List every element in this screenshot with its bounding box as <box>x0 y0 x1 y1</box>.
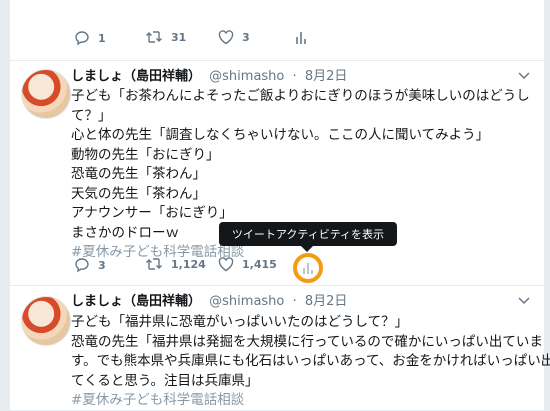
retweet-action[interactable]: 31 <box>145 30 186 44</box>
hashtag-link[interactable]: #夏休み子ども科学電話相談 <box>71 391 530 411</box>
avatar[interactable] <box>21 69 71 119</box>
separator: · <box>292 69 297 84</box>
timestamp[interactable]: 8月2日 <box>305 294 348 309</box>
like-count: 3 <box>242 31 250 44</box>
tweet-line: て？」 <box>71 107 112 124</box>
retweet-count: 1,124 <box>171 257 206 271</box>
timeline: 1 31 3 しましょ（島田祥輔） @shimasho · 8月2日 子ども「お… <box>10 0 550 411</box>
tweet-line: てくると思う。注目は兵庫県」 <box>71 372 259 389</box>
tweet-header: しましょ（島田祥輔） @shimasho · 8月2日 <box>71 293 514 311</box>
heart-icon <box>218 30 234 45</box>
tweet-actions: 3 1,124 1,415 <box>10 257 544 279</box>
separator: · <box>292 294 297 309</box>
reply-icon <box>75 258 89 273</box>
chevron-down-icon[interactable] <box>518 72 530 80</box>
handle[interactable]: @shimasho <box>209 69 284 84</box>
tweet-line: 動物の先生「おにぎり」 <box>71 146 220 163</box>
analytics-action[interactable] <box>295 30 307 45</box>
display-name[interactable]: しましょ（島田祥輔） <box>71 294 201 309</box>
reply-icon <box>75 31 89 46</box>
previous-tweet-actions: 1 31 3 <box>10 30 544 52</box>
retweet-icon <box>146 258 162 270</box>
tweet-line: アナウンサー「おにぎり」 <box>71 205 233 221</box>
analytics-icon <box>296 32 306 44</box>
tweet-header: しましょ（島田祥輔） @shimasho · 8月2日 <box>71 68 514 86</box>
reply-action[interactable]: 1 <box>74 30 106 46</box>
like-count: 1,415 <box>242 258 277 271</box>
tweet-line: 子ども「お茶わんによそったご飯よりおにぎりのほうが美味しいのはどうし <box>71 88 530 104</box>
tweet-line: 天気の先生「茶わん」 <box>71 185 206 202</box>
tweet-line: 心と体の先生「調査しなくちゃいけない。ここの人に聞いてみよう」 <box>71 127 490 143</box>
analytics-button-highlighted[interactable] <box>293 253 323 283</box>
tweet-line: 子ども「福井県に恐竜がいっぱいいたのはどうして？」 <box>71 314 409 330</box>
avatar[interactable] <box>21 296 71 346</box>
analytics-icon <box>303 263 313 274</box>
tweet-line: 恐竜の先生「福井県は発掘を大規模に行っているので確かにいっぱい出ていま <box>71 333 543 350</box>
chevron-down-icon[interactable] <box>518 297 530 305</box>
reply-count: 1 <box>98 31 106 45</box>
tweet-text: 子ども「福井県に恐竜がいっぱいいたのはどうして？」 恐竜の先生「福井県は発掘を大… <box>71 313 550 411</box>
reply-count: 3 <box>98 258 106 272</box>
heart-icon <box>218 257 234 272</box>
reply-action[interactable]: 3 <box>74 257 106 273</box>
retweet-icon <box>146 31 162 43</box>
retweet-action[interactable]: 1,124 <box>145 257 206 271</box>
divider <box>10 60 544 61</box>
timestamp[interactable]: 8月2日 <box>305 69 348 84</box>
handle[interactable]: @shimasho <box>209 294 284 309</box>
display-name[interactable]: しましょ（島田祥輔） <box>71 69 201 84</box>
tweet-line: す。でも熊本県や兵庫県にも化石はいっぱいあって、お金をかければいっぱい出 <box>71 353 550 369</box>
like-action[interactable]: 3 <box>218 30 250 45</box>
retweet-count: 31 <box>171 30 187 44</box>
tooltip: ツイートアクティビティを表示 <box>219 222 397 252</box>
like-action[interactable]: 1,415 <box>218 257 277 272</box>
tweet-line: 恐竜の先生「茶わん」 <box>71 166 206 182</box>
divider <box>10 285 544 286</box>
